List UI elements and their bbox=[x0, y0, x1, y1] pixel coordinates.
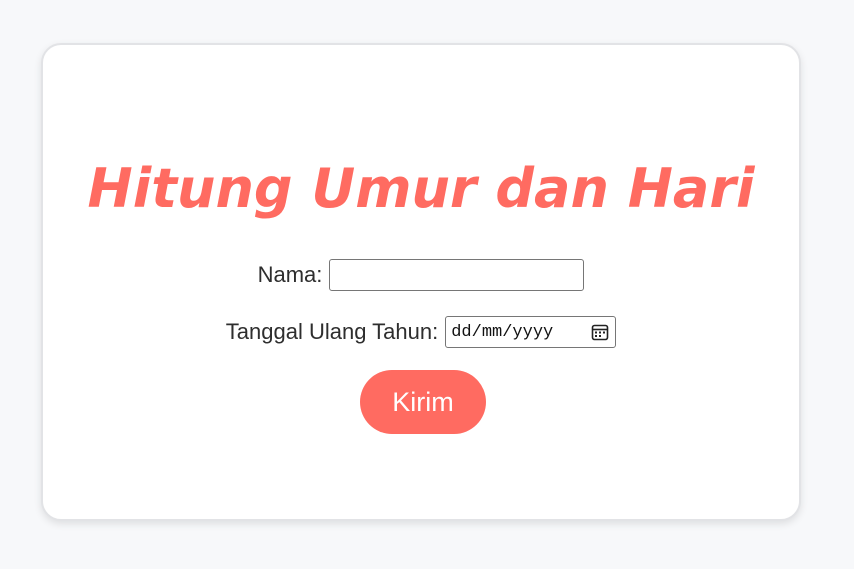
birthday-row: Tanggal Ulang Tahun: dd/mm/yyyy bbox=[43, 315, 799, 349]
birthday-date-input[interactable]: dd/mm/yyyy bbox=[445, 316, 617, 348]
page-title: Hitung Umur dan Hari bbox=[87, 157, 755, 220]
birthday-label: Tanggal Ulang Tahun: bbox=[225, 319, 439, 344]
form-card: Hitung Umur dan Hari Nama: Tanggal Ulang… bbox=[41, 43, 801, 521]
name-input[interactable] bbox=[329, 259, 585, 291]
name-label: Nama: bbox=[257, 262, 323, 287]
name-row: Nama: bbox=[43, 259, 799, 291]
date-placeholder: dd/mm/yyyy bbox=[451, 322, 554, 342]
calendar-icon[interactable] bbox=[590, 322, 610, 342]
submit-button[interactable]: Kirim bbox=[360, 370, 486, 434]
